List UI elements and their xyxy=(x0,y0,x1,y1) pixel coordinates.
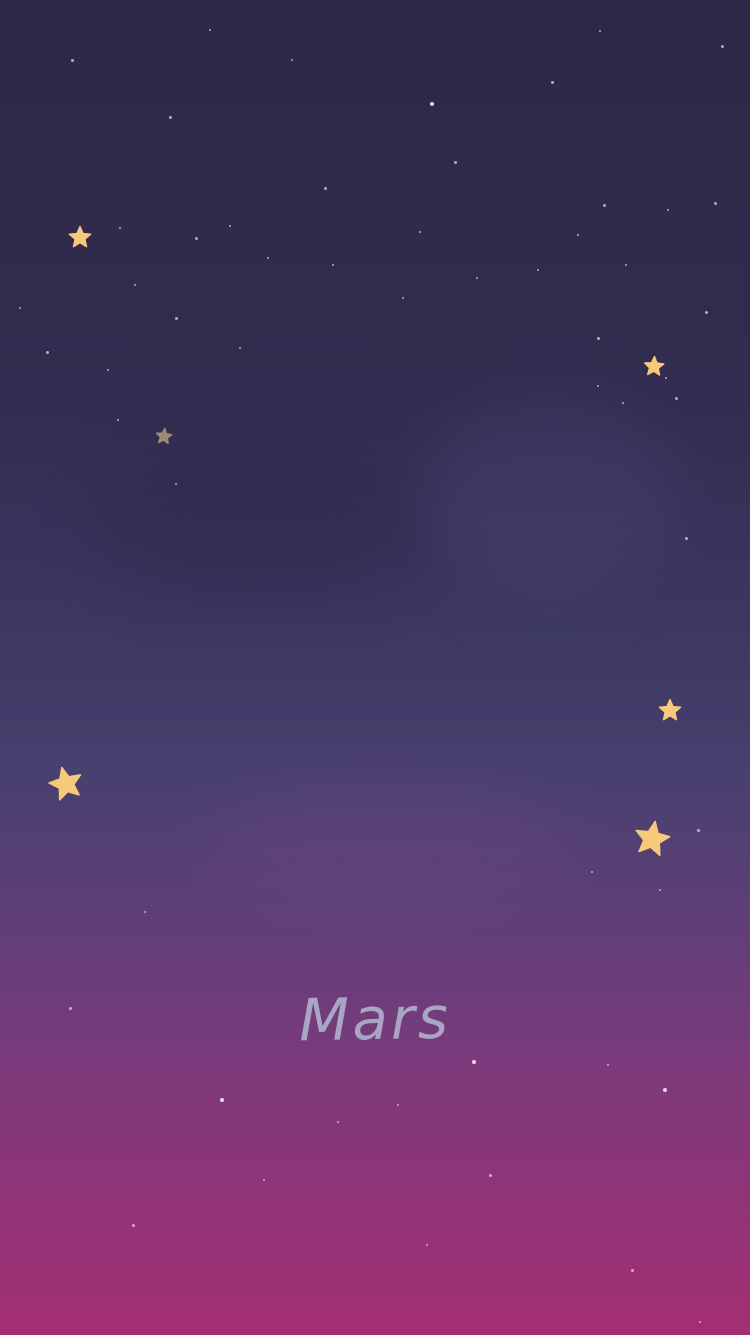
gradient-backdrop xyxy=(0,0,750,1335)
sparkle-dot-icon xyxy=(107,369,109,371)
sparkle-dot-icon xyxy=(684,536,688,540)
sparkle-dot-icon xyxy=(168,115,172,119)
sparkle-dot-icon xyxy=(70,58,74,62)
sparkle-dot-icon xyxy=(426,1244,428,1246)
sparkle-dot-icon xyxy=(453,160,457,164)
night-sky-background xyxy=(0,0,750,1335)
sparkle-dot-icon xyxy=(291,59,293,61)
sparkle-dot-icon xyxy=(45,350,49,354)
sparkle-dot-icon xyxy=(134,284,136,286)
sparkle-dot-icon xyxy=(209,29,211,31)
nebula-haze xyxy=(420,400,680,600)
star-icon xyxy=(155,427,173,445)
sparkle-dot-icon xyxy=(220,1098,224,1102)
sparkle-dot-icon xyxy=(696,828,700,832)
sparkle-dot-icon xyxy=(591,871,593,873)
sparkle-dot-icon xyxy=(488,1173,492,1177)
sparkle-dot-icon xyxy=(194,236,198,240)
star-icon xyxy=(643,355,665,376)
nebula-haze xyxy=(200,780,580,920)
star-icon xyxy=(48,766,82,801)
sparkle-dot-icon xyxy=(267,257,269,259)
sparkle-dot-icon xyxy=(263,1179,265,1181)
sparkle-dot-icon xyxy=(117,419,119,421)
nebula-haze xyxy=(90,440,430,600)
sparkle-dot-icon xyxy=(119,227,121,229)
sparkle-dot-icon xyxy=(144,911,146,913)
sparkle-dot-icon xyxy=(229,225,231,227)
sparkle-dot-icon xyxy=(175,483,177,485)
sparkle-dot-icon xyxy=(659,889,661,891)
star-icon xyxy=(658,698,682,721)
sparkle-dot-icon xyxy=(713,201,717,205)
sparkle-dot-icon xyxy=(704,310,708,314)
sparkle-dot-icon xyxy=(720,44,724,48)
sparkle-dot-icon xyxy=(239,347,241,349)
sparkle-dot-icon xyxy=(323,186,327,190)
sparkle-dot-icon xyxy=(625,264,627,266)
sparkle-dot-icon xyxy=(476,277,478,279)
sparkle-dot-icon xyxy=(19,307,21,309)
sparkle-dot-icon xyxy=(577,234,579,236)
sparkle-dot-icon xyxy=(599,30,601,32)
sparkle-dot-icon xyxy=(607,1064,609,1066)
sparkle-dot-icon xyxy=(430,102,434,106)
sparkle-dot-icon xyxy=(597,385,599,387)
sparkle-dot-icon xyxy=(402,297,404,299)
sparkle-dot-icon xyxy=(397,1104,399,1106)
sparkle-dot-icon xyxy=(537,269,539,271)
sparkle-dot-icon xyxy=(622,402,624,404)
sparkle-dot-icon xyxy=(663,1088,667,1092)
star-icon xyxy=(68,225,92,248)
sparkle-dot-icon xyxy=(174,316,178,320)
sparkle-dot-icon xyxy=(550,80,554,84)
sparkle-dot-icon xyxy=(131,1223,135,1227)
sparkle-dot-icon xyxy=(596,336,600,340)
sparkle-dot-icon xyxy=(699,1321,701,1323)
page-title: Mars xyxy=(298,983,452,1055)
sparkle-dot-icon xyxy=(602,203,606,207)
sparkle-dot-icon xyxy=(472,1060,476,1064)
sparkle-dot-icon xyxy=(337,1121,339,1123)
sparkle-dot-icon xyxy=(667,209,669,211)
star-icon xyxy=(635,820,671,857)
sparkle-dot-icon xyxy=(332,264,334,266)
sparkle-dot-icon xyxy=(419,231,421,233)
sparkle-dot-icon xyxy=(630,1268,634,1272)
sparkle-dot-icon xyxy=(674,396,678,400)
